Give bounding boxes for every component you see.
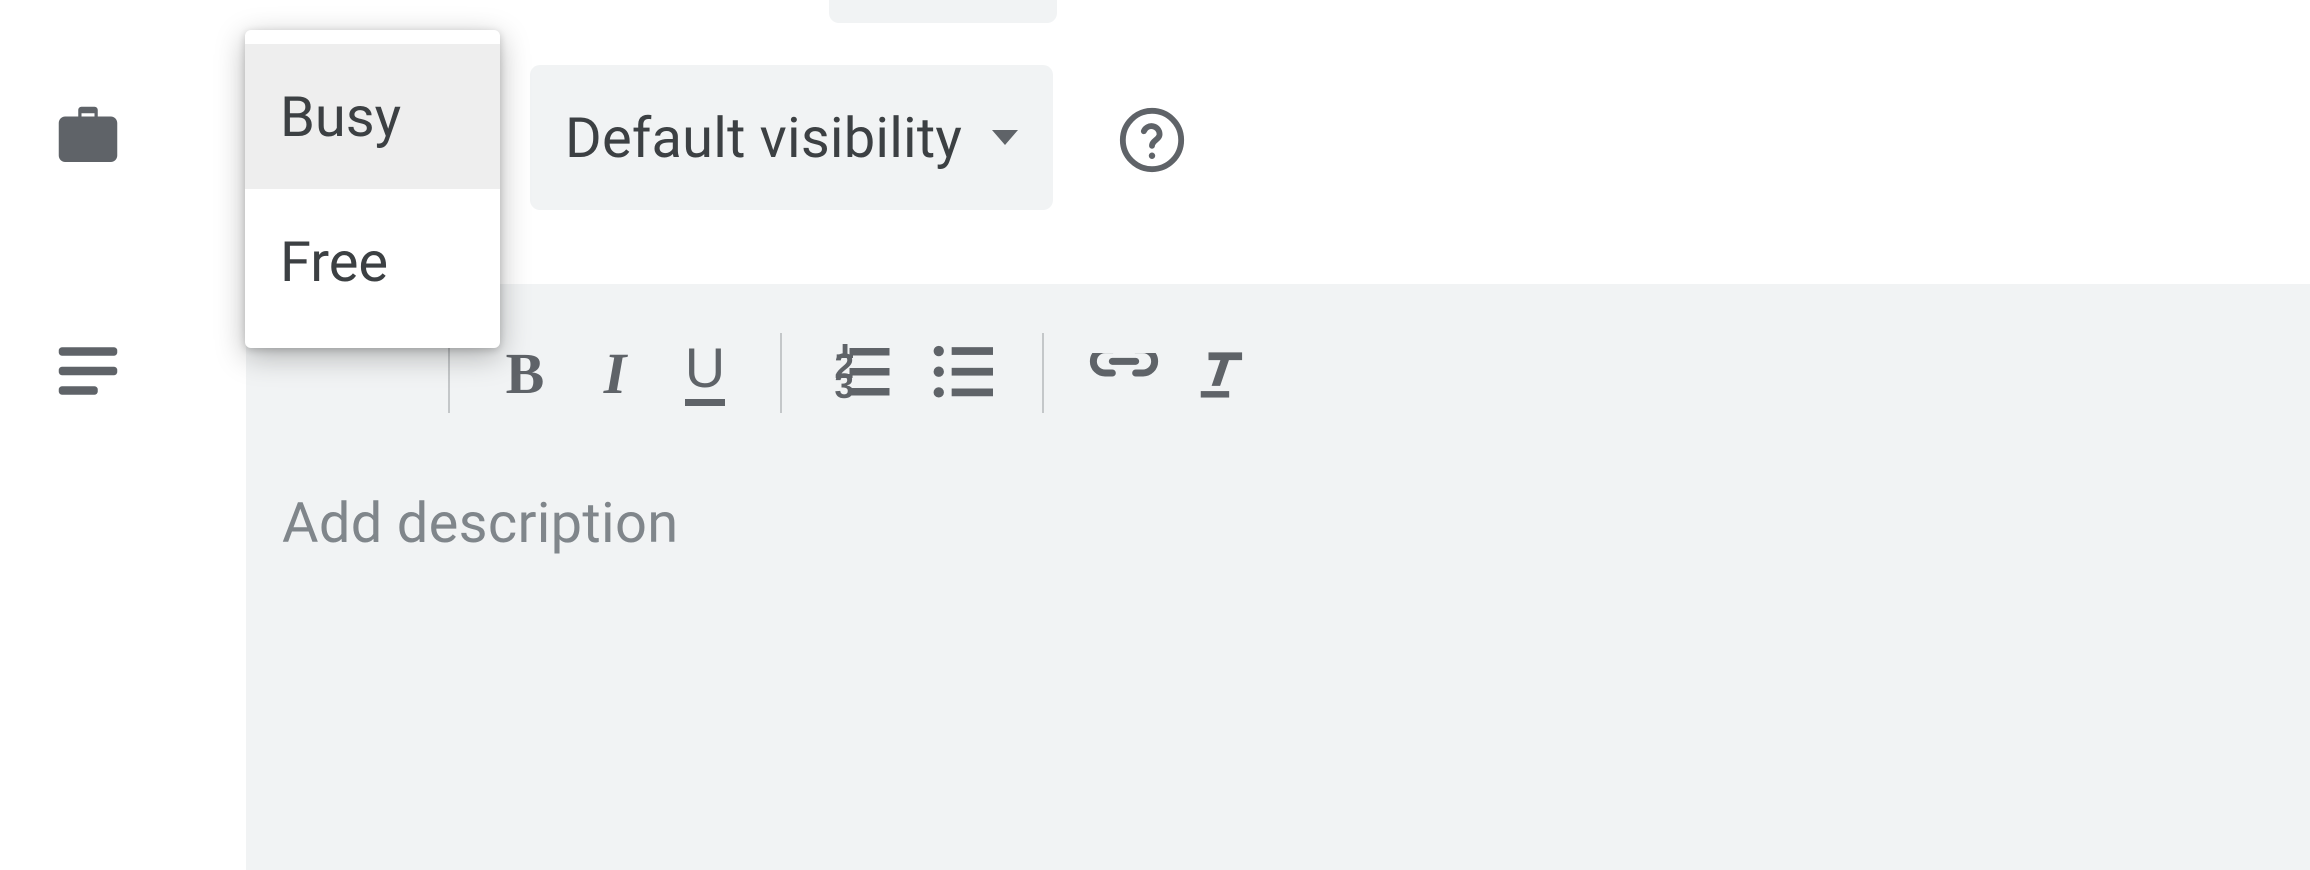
partial-chip-above <box>829 0 1057 23</box>
description-editor: B I U 1 2 3 <box>246 284 2310 870</box>
italic-button[interactable]: I <box>570 328 660 418</box>
underline-button[interactable]: U <box>660 328 750 418</box>
briefcase-icon <box>48 96 128 176</box>
chevron-down-icon <box>992 130 1018 145</box>
underline-icon: U <box>685 340 725 406</box>
menu-item-label: Free <box>280 229 388 295</box>
insert-link-button[interactable] <box>1074 328 1174 418</box>
format-toolbar: B I U 1 2 3 <box>246 328 2310 418</box>
notes-icon <box>48 330 128 410</box>
clear-formatting-icon <box>1193 342 1255 404</box>
visibility-label: Default visibility <box>565 105 962 171</box>
visibility-dropdown[interactable]: Default visibility <box>530 65 1053 210</box>
numbered-list-icon: 1 2 3 <box>832 344 892 402</box>
bold-icon: B <box>506 340 545 407</box>
availability-option-busy[interactable]: Busy <box>245 44 500 189</box>
toolbar-separator <box>1042 333 1044 413</box>
bulleted-list-icon <box>931 344 993 402</box>
toolbar-separator <box>780 333 782 413</box>
availability-option-free[interactable]: Free <box>245 189 500 334</box>
link-icon <box>1089 353 1159 393</box>
help-icon[interactable] <box>1117 105 1187 175</box>
clear-formatting-button[interactable] <box>1174 328 1274 418</box>
bulleted-list-button[interactable] <box>912 328 1012 418</box>
description-placeholder[interactable]: Add description <box>282 490 678 556</box>
italic-icon: I <box>604 340 627 407</box>
numbered-list-button[interactable]: 1 2 3 <box>812 328 912 418</box>
availability-dropdown-menu[interactable]: Busy Free <box>245 30 500 348</box>
menu-item-label: Busy <box>280 84 401 150</box>
